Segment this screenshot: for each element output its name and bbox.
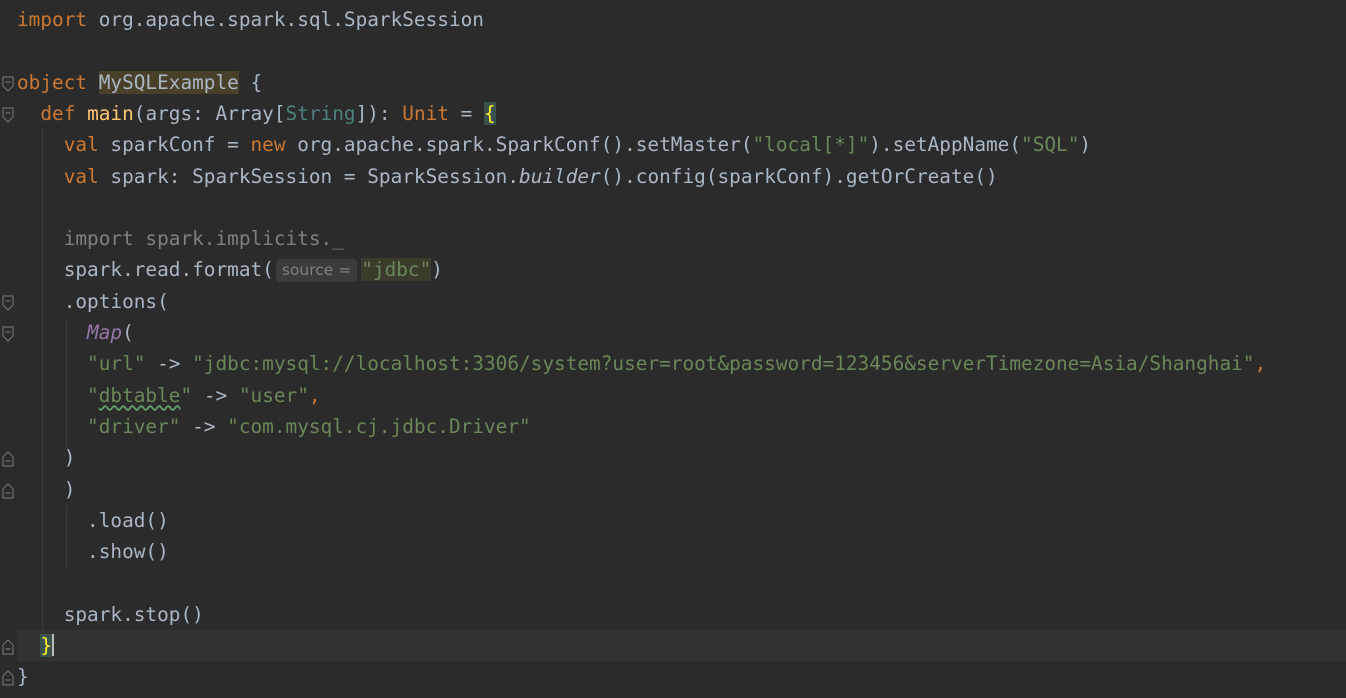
- code-token: {: [484, 101, 496, 125]
- code-token: MySQLExample: [98, 70, 239, 94]
- code-line[interactable]: "dbtable" -> "user",: [17, 380, 321, 411]
- code-token: "user": [238, 383, 309, 407]
- code-token: org.apache.spark.sql.SparkSession: [98, 8, 484, 31]
- code-line[interactable]: .load(): [17, 505, 169, 536]
- code-token: object: [17, 70, 99, 94]
- code-token: builder: [519, 164, 601, 188]
- code-token: ): [63, 477, 76, 501]
- code-token: }: [40, 634, 53, 657]
- code-token: "jdbc": [361, 258, 432, 282]
- code-token: =: [448, 101, 485, 125]
- code-line[interactable]: Map(: [17, 317, 134, 348]
- code-token: "com.mysql.cj.jdbc.Driver": [227, 414, 531, 438]
- code-token: dbtable: [98, 383, 181, 407]
- code-token: String: [285, 101, 356, 125]
- code-token: def: [40, 101, 88, 125]
- code-line[interactable]: .show(): [17, 536, 169, 567]
- code-token: spark: SparkSession = SparkSession.: [110, 164, 520, 188]
- code-line[interactable]: val spark: SparkSession = SparkSession.b…: [17, 161, 998, 192]
- code-token: "driver": [87, 414, 181, 438]
- code-token: ->: [192, 383, 239, 407]
- code-token: {: [238, 70, 263, 94]
- code-token: "url": [87, 352, 146, 376]
- code-area[interactable]: import org.apache.spark.sql.SparkSession…: [0, 0, 1346, 698]
- code-token: .load(): [87, 508, 169, 532]
- code-token: ().config(sparkConf).getOrCreate(): [600, 164, 998, 188]
- code-line[interactable]: import spark.implicits._: [17, 223, 344, 254]
- code-token: ,: [308, 383, 321, 407]
- code-token: "SQL": [1021, 133, 1080, 157]
- code-line[interactable]: spark.read.format(source = "jdbc"): [17, 254, 443, 285]
- code-line[interactable]: ): [17, 442, 76, 473]
- code-token: "local[*]": [752, 133, 870, 157]
- code-line[interactable]: object MySQLExample {: [17, 67, 262, 98]
- code-token: spark.stop(): [63, 602, 204, 626]
- code-token: .options(: [63, 289, 169, 313]
- code-token: org.apache.spark.SparkConf().setMaster(: [297, 133, 753, 157]
- code-token: sparkConf =: [110, 133, 251, 157]
- code-token: (args: Array[: [133, 101, 286, 125]
- code-token: main: [87, 101, 134, 125]
- code-line[interactable]: "url" -> "jdbc:mysql://localhost:3306/sy…: [17, 348, 1266, 379]
- code-token: import spark.implicits._: [63, 227, 344, 251]
- code-token: ): [63, 446, 76, 470]
- code-token: ).setAppName(: [869, 133, 1022, 157]
- code-token: ": [180, 383, 193, 407]
- code-line[interactable]: def main(args: Array[String]): Unit = {: [17, 98, 496, 129]
- code-token: ->: [145, 352, 193, 376]
- code-token: ->: [180, 414, 228, 438]
- code-token: .show(): [87, 540, 169, 564]
- text-cursor: [52, 634, 55, 656]
- code-line[interactable]: ): [17, 474, 76, 505]
- code-token: ]):: [355, 101, 403, 125]
- code-line[interactable]: "driver" -> "com.mysql.cj.jdbc.Driver": [17, 411, 531, 442]
- code-line[interactable]: spark.stop(): [17, 599, 204, 630]
- code-token: val: [63, 164, 111, 188]
- code-token: ): [1079, 133, 1092, 157]
- code-token: Unit: [402, 101, 449, 125]
- code-token: (: [122, 321, 134, 344]
- code-token: ,: [1254, 352, 1267, 376]
- code-line[interactable]: val sparkConf = new org.apache.spark.Spa…: [17, 129, 1091, 160]
- code-token: ": [87, 383, 99, 407]
- code-token: new: [250, 133, 298, 157]
- code-line[interactable]: }: [17, 630, 1346, 661]
- code-line[interactable]: .options(: [17, 286, 169, 317]
- code-token: spark.read.format(: [63, 258, 274, 282]
- code-token: Map: [87, 321, 123, 344]
- code-token: import: [17, 8, 99, 31]
- code-line[interactable]: }: [17, 661, 29, 692]
- code-editor[interactable]: import org.apache.spark.sql.SparkSession…: [0, 0, 1346, 698]
- code-token: "jdbc:mysql://localhost:3306/system?user…: [192, 352, 1255, 376]
- code-line[interactable]: import org.apache.spark.sql.SparkSession: [17, 4, 484, 35]
- code-token: ): [431, 258, 443, 282]
- code-token: }: [17, 665, 29, 689]
- code-token: val: [63, 133, 111, 157]
- parameter-hint: source =: [275, 259, 358, 283]
